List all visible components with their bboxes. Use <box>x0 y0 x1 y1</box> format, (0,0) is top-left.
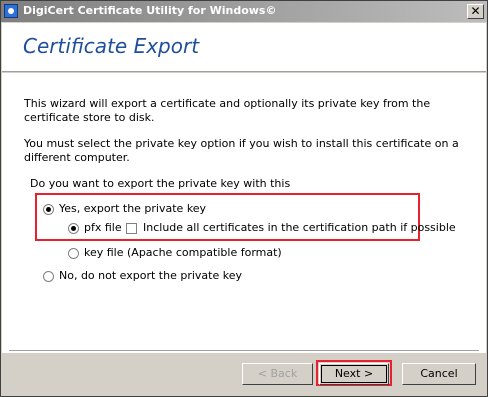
option-no-label[interactable]: No, do not export the private key <box>59 269 242 282</box>
include-all-label[interactable]: Include all certificates in the certific… <box>143 221 456 234</box>
intro-text: This wizard will export a certificate an… <box>24 97 431 124</box>
page-title: Certificate Export <box>23 34 200 58</box>
wizard-content: This wizard will export a certificate an… <box>2 73 486 353</box>
close-button[interactable]: ✕ <box>467 4 484 19</box>
note-text: You must select the private key option i… <box>24 137 459 164</box>
title-bar[interactable]: DigiCert Certificate Utility for Windows… <box>1 1 487 22</box>
radio-no-export[interactable] <box>43 271 54 282</box>
back-button[interactable]: < Back <box>242 363 313 385</box>
footer-separator <box>9 350 479 352</box>
next-button[interactable]: Next > <box>319 363 389 385</box>
app-icon <box>4 4 18 18</box>
include-all-checkbox[interactable] <box>126 223 137 234</box>
radio-key-file[interactable] <box>68 248 79 259</box>
question-label: Do you want to export the private key wi… <box>30 177 291 190</box>
cancel-button[interactable]: Cancel <box>402 363 476 385</box>
wizard-header: Certificate Export <box>2 23 486 72</box>
dialog-window: DigiCert Certificate Utility for Windows… <box>0 0 488 397</box>
radio-yes-export[interactable] <box>43 204 54 215</box>
window-title: DigiCert Certificate Utility for Windows… <box>23 4 277 17</box>
radio-pfx-file[interactable] <box>68 223 79 234</box>
option-yes-label[interactable]: Yes, export the private key <box>59 202 206 215</box>
option-pfx-label[interactable]: pfx file <box>84 221 122 234</box>
option-key-label[interactable]: key file (Apache compatible format) <box>84 246 282 259</box>
